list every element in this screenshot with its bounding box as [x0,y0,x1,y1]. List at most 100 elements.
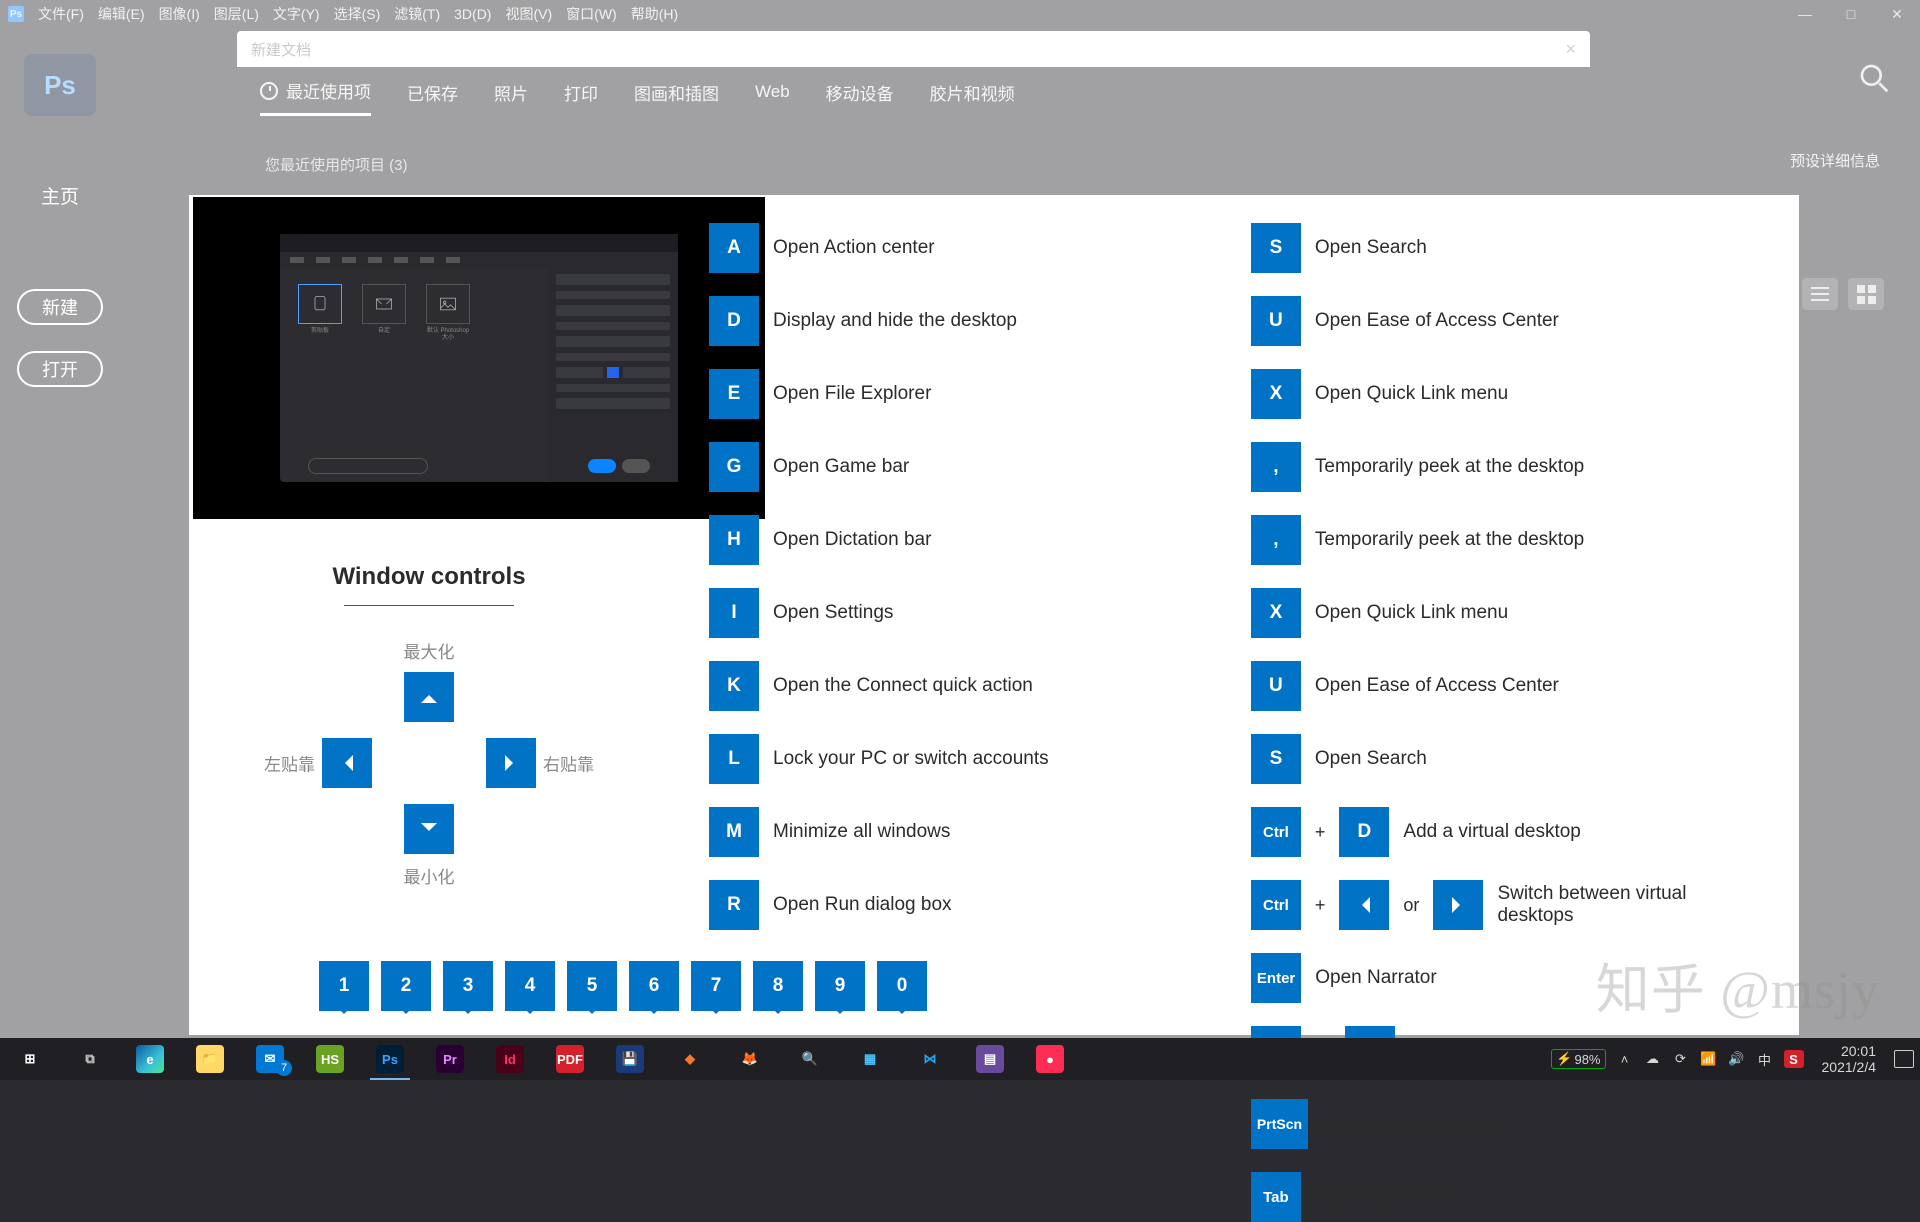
tab-saved[interactable]: 已保存 [407,80,458,115]
taskbar-everything[interactable]: 🔍 [780,1038,840,1080]
divider [344,605,514,606]
rec-icon: ● [1036,1045,1064,1073]
key-h: H [709,515,759,565]
shortcut-desc: Display and hide the desktop [773,310,1017,332]
hs-icon: HS [316,1045,344,1073]
tab-art[interactable]: 图画和插图 [634,80,719,115]
menu-file[interactable]: 文件(F) [38,4,84,24]
taskbar-clock[interactable]: 20:012021/2/4 [1814,1043,1885,1075]
home-link[interactable]: 主页 [41,182,79,209]
menu-window[interactable]: 窗口(W) [566,4,617,24]
shortcut-desc: Temporarily peek at the desktop [1315,529,1584,551]
shortcut-row: AOpen Action center [709,223,1171,273]
taskbar-pr[interactable]: Pr [420,1038,480,1080]
tray-sync-icon[interactable]: ⟳ [1672,1050,1690,1068]
key-i: I [709,588,759,638]
tab-print[interactable]: 打印 [564,80,598,115]
key: X [1251,369,1301,419]
taskbar-rec[interactable]: ● [1020,1038,1080,1080]
window-minimize[interactable]: — [1782,0,1828,28]
shortcut-desc: Open Narrator [1315,967,1436,989]
menu-layer[interactable]: 图层(L) [214,4,259,24]
shortcut-desc: Lock your PC or switch accounts [773,748,1049,770]
shortcut-desc: Open Game bar [773,456,909,478]
open-button[interactable]: 打开 [17,351,103,387]
shortcut-row: ROpen Run dialog box [709,880,1171,930]
taskbar-blender[interactable]: ◆ [660,1038,720,1080]
key: S [1251,223,1301,273]
taskbar-vscode[interactable]: ⋈ [900,1038,960,1080]
ps-icon: Ps [376,1045,404,1073]
grid-view-icon[interactable] [1848,278,1884,310]
taskbar-powertoys[interactable]: ▦ [840,1038,900,1080]
menu-filter[interactable]: 滤镜(T) [394,4,440,24]
shortcut-taskview: Tab Open Task view [1251,1172,1759,1222]
ps-tiny-icon: Ps [8,6,24,22]
taskbar-firefox[interactable]: 🦊 [720,1038,780,1080]
taskbar-calc[interactable]: ▤ [960,1038,1020,1080]
menu-help[interactable]: 帮助(H) [631,4,678,24]
tab-web[interactable]: Web [755,82,790,112]
shortcut-row: ,Temporarily peek at the desktop [1251,442,1759,492]
key-prtscn: PrtScn [1251,1099,1308,1149]
menu-select[interactable]: 选择(S) [334,4,381,24]
window-close[interactable]: ✕ [1874,0,1920,28]
new-doc-modal-header: 新建文档 × [237,31,1590,67]
shortcut-row: KOpen the Connect quick action [709,661,1171,711]
pr-icon: Pr [436,1045,464,1073]
key-X: X [1251,588,1301,638]
key-arrow-left-icon [1339,880,1389,930]
modal-close-icon[interactable]: × [1565,39,1576,60]
taskbar-ps[interactable]: Ps [360,1038,420,1080]
key-a: A [709,223,759,273]
system-tray: ⚡98% ˄ ☁ ⟳ 📶 🔊 中 S 20:012021/2/4 [1551,1038,1920,1080]
shortcut-desc: Open Ease of Access Center [1315,310,1559,332]
shortcut-desc: Open Settings [773,602,893,624]
taskbar-id[interactable]: Id [480,1038,540,1080]
firefox-icon: 🦊 [736,1045,764,1073]
taskbar-pdf[interactable]: PDF [540,1038,600,1080]
shortcut-desc: Open File Explorer [773,383,931,405]
tab-film[interactable]: 胶片和视频 [930,80,1015,115]
tray-wifi-icon[interactable]: 📶 [1700,1050,1718,1068]
taskbar-explorer[interactable]: 📁 [180,1038,240,1080]
tray-ime-icon[interactable]: 中 [1756,1050,1774,1068]
menu-image[interactable]: 图像(I) [159,4,200,24]
shortcut-desc: Switch between virtual desktops [1497,883,1759,927]
key-arrow-right-icon [1433,880,1483,930]
tab-photo[interactable]: 照片 [494,80,528,115]
key: U [1251,296,1301,346]
tab-recent[interactable]: 最近使用项 [260,78,371,116]
list-view-icon[interactable] [1802,278,1838,310]
key-g: G [709,442,759,492]
tray-chevron-up-icon[interactable]: ˄ [1616,1050,1634,1068]
key-5: 5 [567,961,617,1011]
tray-volume-icon[interactable]: 🔊 [1728,1050,1746,1068]
key-7: 7 [691,961,741,1011]
window-maximize[interactable]: □ [1828,0,1874,28]
key-ctrl: Ctrl [1251,807,1301,857]
tab-mobile[interactable]: 移动设备 [826,80,894,115]
shortcut-add-virtual-desktop: Ctrl + D Add a virtual desktop [1251,807,1759,857]
action-center-icon[interactable] [1894,1050,1914,1068]
ps-logo: Ps [24,54,96,116]
shortcut-row: LLock your PC or switch accounts [709,734,1171,784]
menu-view[interactable]: 视图(V) [505,4,552,24]
menu-type[interactable]: 文字(Y) [273,4,320,24]
tray-onedrive-icon[interactable]: ☁ [1644,1050,1662,1068]
menu-edit[interactable]: 编辑(E) [98,4,145,24]
new-button[interactable]: 新建 [17,289,103,325]
battery-indicator[interactable]: ⚡98% [1551,1049,1605,1069]
taskbar-save[interactable]: 💾 [600,1038,660,1080]
search-icon[interactable] [1858,62,1890,94]
shortcut-row: SOpen Search [1251,223,1759,273]
taskbar-mail[interactable]: ✉7 [240,1038,300,1080]
taskbar-taskview[interactable]: ⧉ [60,1038,120,1080]
taskbar-hs[interactable]: HS [300,1038,360,1080]
key-1: 1 [319,961,369,1011]
tray-sogou-icon[interactable]: S [1784,1050,1804,1068]
key-9: 9 [815,961,865,1011]
taskbar-start[interactable]: ⊞ [0,1038,60,1080]
taskbar-edge[interactable]: e [120,1038,180,1080]
menu-3d[interactable]: 3D(D) [454,6,491,22]
